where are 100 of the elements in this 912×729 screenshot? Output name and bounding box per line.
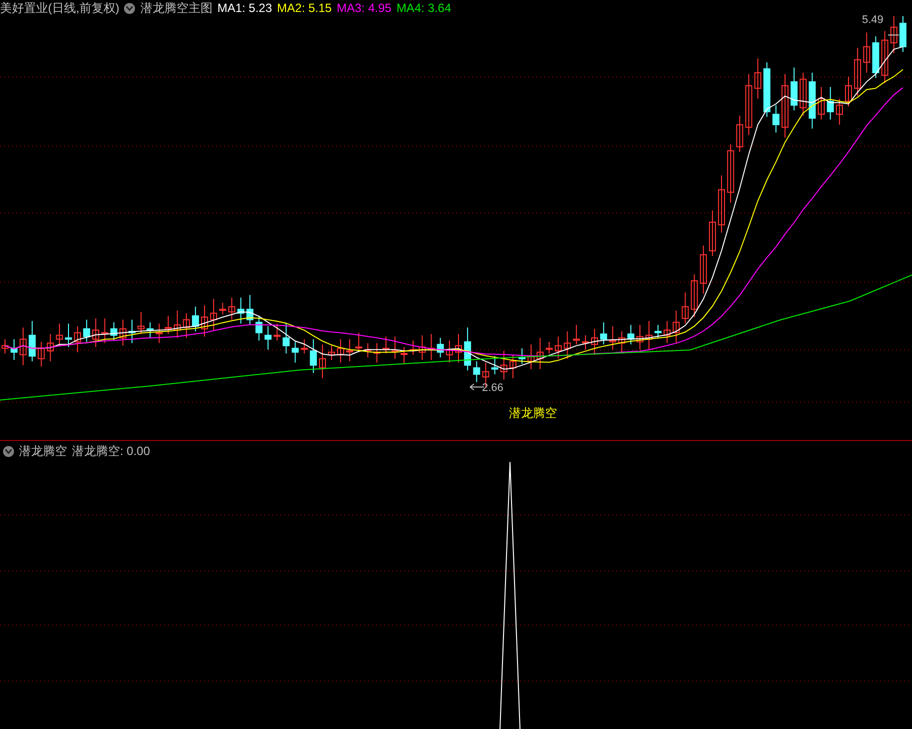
- candlestick: [83, 319, 90, 342]
- candlestick: [600, 322, 608, 345]
- ma-value: MA2: 5.15: [277, 0, 332, 16]
- candlestick: [138, 311, 145, 334]
- candlestick: [836, 98, 843, 126]
- candlestick: [228, 297, 236, 320]
- candlestick: [192, 306, 199, 332]
- ma-value: MA1: 5.23: [217, 0, 272, 16]
- candlestick: [128, 319, 136, 344]
- candlestick: [92, 318, 100, 348]
- candlestick: [246, 294, 254, 326]
- candlestick: [645, 320, 652, 350]
- candlestick: [464, 327, 472, 371]
- candlestick: [282, 323, 290, 354]
- high-price-label: 5.49: [862, 14, 884, 26]
- leader-line: [470, 384, 484, 390]
- candlestick: [10, 338, 18, 360]
- candlestick: [845, 76, 852, 107]
- candlestick: [146, 322, 154, 338]
- candlestick: [119, 319, 126, 346]
- ma-value: MA4: 3.64: [396, 0, 452, 16]
- candlestick: [337, 338, 344, 364]
- candlestick: [863, 32, 870, 74]
- candlestick: [455, 334, 462, 364]
- candlestick: [618, 330, 626, 354]
- candlestick: [20, 327, 27, 366]
- candlestick: [564, 330, 571, 360]
- candlestick: [219, 302, 226, 315]
- candlestick: [736, 115, 744, 152]
- formula-name: 潜龙腾空主图: [140, 0, 212, 16]
- candlestick: [400, 346, 408, 364]
- candlestick: [274, 323, 281, 341]
- candlestick: [609, 326, 616, 350]
- candlestick: [772, 104, 780, 133]
- candlestick: [74, 326, 82, 353]
- candlestick: [410, 340, 417, 356]
- candlestick: [800, 72, 807, 116]
- candlestick: [392, 336, 398, 360]
- candlestick: [56, 323, 63, 345]
- candlestick: [38, 341, 45, 367]
- candlestick: [528, 344, 535, 370]
- indicator-value: 潜龙腾空: 0.00: [72, 443, 150, 459]
- candlestick: [636, 324, 644, 350]
- candlestick: [65, 323, 72, 348]
- candlestick: [318, 344, 326, 379]
- signal-label: 潜龙腾空: [509, 405, 557, 421]
- candlestick: [727, 144, 734, 204]
- candlestick: [790, 67, 798, 111]
- candlestick: [591, 328, 598, 356]
- candlestick: [310, 338, 317, 374]
- candlestick: [700, 245, 707, 294]
- candlestick: [509, 354, 516, 379]
- candlestick: [690, 274, 698, 318]
- candlestick: [782, 74, 789, 138]
- candlestick: [255, 315, 262, 341]
- candlestick: [373, 342, 380, 364]
- candlestick: [182, 312, 190, 338]
- candlestick: [418, 334, 426, 360]
- candlestick: [156, 323, 163, 344]
- candlestick: [446, 340, 453, 364]
- candlestick: [264, 326, 272, 350]
- candlestick: [708, 210, 716, 256]
- candlestick: [110, 322, 118, 341]
- candlestick: [872, 36, 880, 78]
- ma-value: MA3: 4.95: [336, 0, 392, 16]
- candlestick: [664, 320, 671, 344]
- candlestick: [854, 48, 862, 97]
- candlestick: [672, 310, 680, 344]
- chart-title: 美好置业(日线,前复权): [0, 0, 120, 16]
- low-price-label: 2.66: [482, 382, 504, 394]
- candlestick: [682, 292, 689, 324]
- dropdown-icon[interactable]: [3, 446, 14, 456]
- candlestick: [364, 342, 372, 358]
- candlestick: [718, 174, 726, 234]
- candlestick: [763, 62, 770, 118]
- candlestick: [546, 341, 553, 354]
- candlestick: [808, 72, 816, 130]
- candlestick: [328, 345, 336, 360]
- candlestick: [518, 348, 526, 364]
- candlestick: [382, 336, 390, 354]
- candlestick: [491, 356, 498, 375]
- candlestick: [2, 338, 8, 354]
- candlestick: [201, 304, 208, 338]
- dropdown-icon[interactable]: [124, 2, 136, 14]
- candlestick: [46, 334, 54, 362]
- candlestick: [164, 315, 172, 334]
- candlestick: [436, 337, 444, 358]
- candlestick: [28, 320, 36, 362]
- candlestick: [346, 338, 354, 362]
- candlestick: [500, 350, 508, 380]
- candlestick: [554, 336, 562, 360]
- candlestick: [300, 338, 308, 354]
- candlestick: [826, 86, 834, 120]
- indicator-name: 潜龙腾空: [19, 443, 67, 459]
- candlestick: [899, 16, 906, 52]
- candlestick: [890, 16, 898, 54]
- candlestick: [572, 324, 580, 345]
- candlestick: [210, 298, 218, 331]
- leader-line: [888, 34, 900, 36]
- candlestick: [881, 30, 888, 84]
